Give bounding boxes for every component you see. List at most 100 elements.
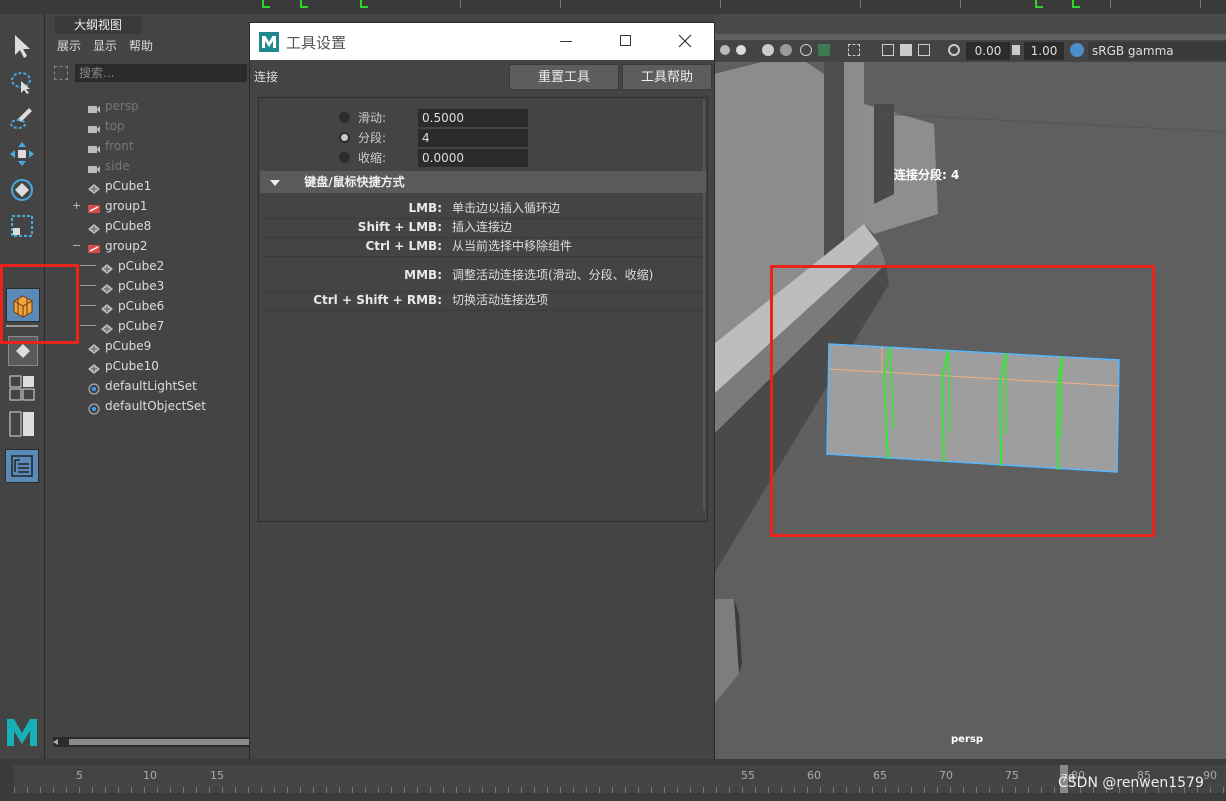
xray-icon[interactable] (848, 44, 860, 56)
option-radio[interactable] (339, 112, 350, 123)
outliner-item-pcube2[interactable]: pCube2 (80, 256, 164, 276)
shortcut-description: 调整活动连接选项(滑动、分段、收缩) (452, 268, 654, 282)
close-icon[interactable] (678, 34, 692, 48)
shadow-icon[interactable] (736, 45, 746, 55)
timeline-tick-mark (937, 787, 938, 793)
top-shelf-strip (0, 0, 1226, 14)
scale-tool-icon[interactable] (6, 210, 38, 242)
tree-connector (80, 265, 96, 266)
outliner-item-persp[interactable]: persp (87, 96, 139, 116)
paint-select-tool-icon[interactable] (6, 102, 38, 134)
shortcut-key: LMB: (408, 201, 442, 215)
outliner-layout-icon[interactable] (5, 449, 39, 483)
option-radio[interactable] (339, 132, 350, 143)
isolate-icon[interactable] (882, 44, 894, 56)
grid-icon[interactable] (900, 44, 912, 56)
time-slider-track[interactable]: 5 10 15 55 60 65 70 75 80 85 90 (14, 765, 1226, 793)
light-icon[interactable] (720, 45, 730, 55)
expand-icon[interactable]: + (72, 196, 81, 216)
outliner-item-group2[interactable]: − group2 (72, 236, 148, 256)
outliner-item-defaultobjectset[interactable]: defaultObjectSet (87, 396, 206, 416)
minimize-icon[interactable] (560, 41, 572, 42)
outliner-search-input[interactable]: 搜索... (75, 64, 247, 82)
rotate-tool-icon[interactable] (6, 174, 38, 206)
outliner-item-label: pCube6 (118, 299, 165, 313)
outliner-item-label: group2 (105, 239, 148, 253)
move-tool-icon[interactable] (6, 138, 38, 170)
set-icon (87, 381, 101, 394)
outliner-item-pcube9[interactable]: pCube9 (87, 336, 151, 356)
menu-display[interactable]: 显示 (93, 39, 117, 53)
option-label: 分段: (358, 131, 387, 145)
color-space-dropdown[interactable]: sRGB gamma (1088, 42, 1226, 60)
watermark: CSDN @renwen1579 (1058, 775, 1204, 791)
timeline-tick-mark (586, 787, 587, 793)
outliner-panel: 大纲视图 展示 显示 帮助 搜索... persp top front side pCube… (45, 14, 250, 759)
ambient-icon[interactable] (780, 44, 792, 56)
sphere-icon[interactable] (762, 44, 774, 56)
tool-help-button[interactable]: 工具帮助 (622, 64, 712, 90)
aa-icon[interactable] (818, 44, 830, 56)
gamma-field[interactable]: 1.00 (1024, 42, 1064, 60)
camera-icon (87, 121, 101, 133)
outliner-item-side[interactable]: side (87, 156, 130, 176)
outliner-item-label: pCube8 (105, 219, 152, 233)
scroll-left-icon[interactable] (53, 739, 58, 745)
set-icon (87, 401, 101, 414)
resolution-gate-icon[interactable] (918, 44, 930, 56)
outliner-tab[interactable]: 大纲视图 (55, 16, 141, 34)
window-titlebar[interactable]: 工具设置 (250, 23, 714, 60)
timeline-tick-mark (846, 787, 847, 793)
menu-help[interactable]: 帮助 (129, 39, 153, 53)
outliner-item-group1[interactable]: + group1 (72, 196, 148, 216)
strip-mark (1200, 0, 1201, 8)
timeline-tick-label: 70 (939, 769, 953, 782)
shortcut-description: 单击边以插入循环边 (452, 201, 561, 215)
shortcut-description: 插入连接边 (452, 220, 513, 234)
menu-show[interactable]: 展示 (57, 39, 81, 53)
tool-header: 连接 重置工具 工具帮助 (250, 60, 714, 94)
timeline-tick-label: 65 (873, 769, 887, 782)
exposure-field[interactable]: 0.00 (966, 42, 1010, 60)
outliner-item-pcube6[interactable]: pCube6 (80, 296, 165, 316)
timeline-tick-label: 60 (807, 769, 821, 782)
maximize-icon[interactable] (620, 35, 631, 46)
color-management-icon[interactable] (1070, 43, 1084, 57)
outliner-item-pcube8[interactable]: pCube8 (87, 216, 151, 236)
outliner-item-pcube1[interactable]: pCube1 (87, 176, 151, 196)
lasso-tool-icon[interactable] (6, 66, 38, 98)
key-bracket-icon (300, 0, 308, 8)
outliner-item-front[interactable]: front (87, 136, 134, 156)
collapse-arrow-icon[interactable] (270, 179, 280, 186)
outliner-item-pcube7[interactable]: pCube7 (80, 316, 164, 336)
outliner-item-defaultlightset[interactable]: defaultLightSet (87, 376, 197, 396)
option-value-field[interactable]: 4 (418, 129, 528, 147)
timeline-tick-mark (300, 787, 301, 793)
four-view-layout-icon[interactable] (8, 374, 36, 402)
shortcuts-section-header[interactable]: 键盘/鼠标快捷方式 (260, 171, 706, 193)
outliner-item-pcube3[interactable]: pCube3 (80, 276, 164, 296)
reset-tool-button[interactable]: 重置工具 (509, 64, 619, 90)
option-radio[interactable] (339, 152, 350, 163)
outliner-h-scrollbar[interactable] (53, 737, 250, 747)
option-value-field[interactable]: 0.0000 (418, 149, 528, 167)
outliner-item-top[interactable]: top (87, 116, 125, 136)
exposure-icon[interactable] (948, 44, 960, 56)
scroll-thumb[interactable] (69, 739, 250, 745)
mesh-icon (100, 321, 114, 334)
two-view-layout-icon[interactable] (8, 410, 36, 438)
option-value-field[interactable]: 0.5000 (418, 109, 528, 127)
collapse-icon[interactable]: − (72, 236, 81, 256)
filter-icon[interactable] (54, 66, 68, 80)
tree-connector (80, 305, 96, 306)
ao-icon[interactable] (800, 44, 812, 56)
timeline-tick-mark (157, 787, 158, 793)
time-slider[interactable]: 5 10 15 55 60 65 70 75 80 85 90 79 CSDN @renwen157… (0, 759, 1226, 801)
strip-mark (1110, 0, 1111, 8)
outliner-item-pcube10[interactable]: pCube10 (87, 356, 159, 376)
timeline-tick-mark (404, 787, 405, 793)
select-tool-icon[interactable] (6, 30, 38, 62)
gamma-icon[interactable] (1012, 45, 1020, 55)
timeline-tick-mark (1028, 787, 1029, 793)
option-row: 收缩: 0.0000 (250, 149, 710, 167)
